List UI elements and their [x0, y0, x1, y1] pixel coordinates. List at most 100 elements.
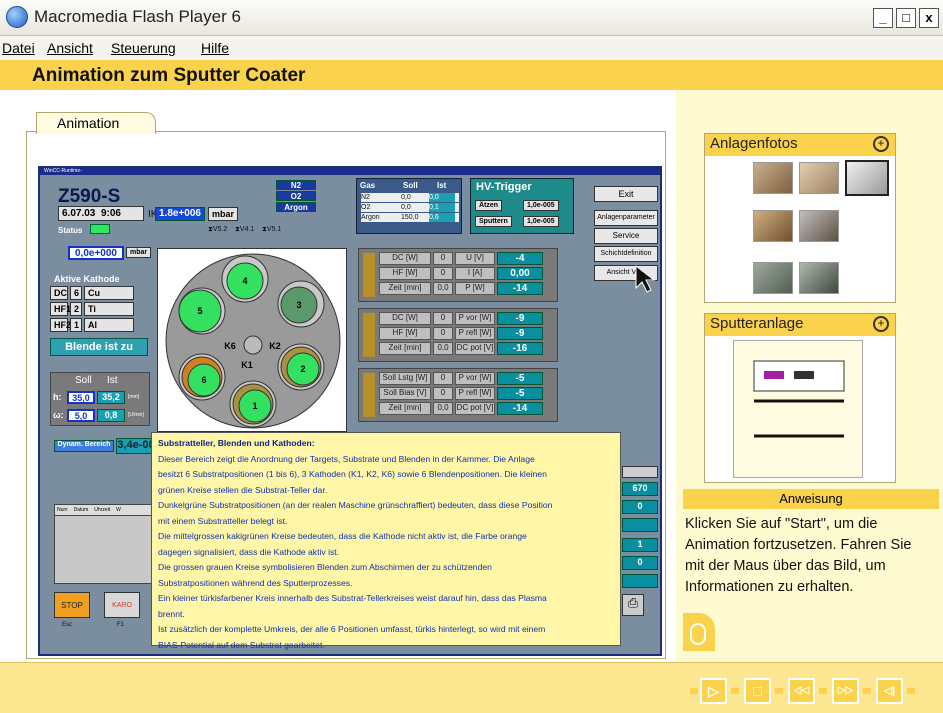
- w-unit: [U/min]: [128, 412, 144, 418]
- zoom-icon[interactable]: +: [873, 316, 889, 332]
- anlagenparameter-button[interactable]: Anlagenparameter: [594, 210, 658, 226]
- blende-status: Blende ist zu: [50, 338, 148, 356]
- gas-row: O2 0,0 0,1: [361, 203, 459, 212]
- fast-forward-button[interactable]: ▷▷: [832, 678, 859, 704]
- nav-dash: [819, 688, 827, 694]
- kathode-row: HF2 1 Al: [50, 318, 150, 332]
- page-title: Animation zum Sputter Coater: [32, 65, 306, 86]
- panel-row: Zeit [min] 0,0 DC pot [V] -16: [379, 342, 555, 355]
- nav-dash: [690, 688, 698, 694]
- exit-button[interactable]: Exit: [594, 186, 658, 202]
- photo-thumb-selected[interactable]: [845, 160, 889, 196]
- maximize-button[interactable]: □: [896, 8, 916, 28]
- tooltip-line: mit einem Substratteller belegt ist.: [158, 515, 288, 526]
- hv-aetzen-value: 1,0e-005: [523, 200, 559, 211]
- bias-rows: Soll Lstg [W] 0 P vor [W] -5 Soll Bias [V] 0…: [379, 372, 555, 415]
- mouse-icon: [690, 623, 706, 645]
- sputteranlage-panel[interactable]: Sputteranlage +: [704, 313, 896, 483]
- right-value-670: 670: [622, 482, 658, 496]
- photo-thumb[interactable]: [799, 162, 839, 194]
- rewind-button[interactable]: ◁◁: [788, 678, 815, 704]
- sputter-diagram[interactable]: [733, 340, 863, 478]
- plate-label-4: 4: [242, 276, 247, 286]
- stop-button[interactable]: STOP: [54, 592, 90, 618]
- ist-label: Ist: [107, 375, 118, 386]
- nav-dash: [907, 688, 915, 694]
- schichtdefinition-button[interactable]: Schichtdefinition: [594, 246, 658, 262]
- status-indicator: [90, 224, 110, 234]
- gas-row: N2 0,0 0,0: [361, 193, 459, 202]
- hv-aetzen-label: Ätzen: [475, 200, 503, 211]
- target: [794, 371, 814, 379]
- date-text: 6.07.03: [62, 208, 96, 219]
- w-ist: 0,8: [97, 409, 125, 422]
- instruction-text: Klicken Sie auf "Start", um die Animatio…: [685, 516, 912, 595]
- page-header: Animation zum Sputter Coater: [0, 60, 943, 90]
- sound-button[interactable]: ◁|: [876, 678, 903, 704]
- tooltip-line: BIAS-Potential auf dem Substrat gearbeit…: [158, 639, 325, 650]
- printer-icon[interactable]: ⎙: [622, 594, 644, 616]
- play-button[interactable]: ▷: [700, 678, 727, 704]
- photo-thumb[interactable]: [799, 210, 839, 242]
- tooltip-title: Substratteller, Blenden und Kathoden:: [158, 438, 315, 448]
- bias-side-bar: [363, 373, 375, 417]
- soll-ist-panel: Soll Ist h: 35,0 35,2 [mm] ω: 5,0 0,8 [U…: [50, 372, 150, 426]
- sputteranlage-header: Sputteranlage +: [705, 314, 895, 336]
- h-label: h:: [53, 392, 62, 402]
- pressure-unit: mbar: [126, 247, 152, 258]
- gas-line-argon: Argon: [276, 202, 316, 212]
- valve-v51[interactable]: ⧗V5.1: [262, 226, 281, 234]
- ikr-unit: mbar: [208, 207, 239, 221]
- gas-header-gas: Gas: [360, 181, 376, 190]
- machine-name: Z590-S: [58, 186, 121, 207]
- menu-ansicht[interactable]: Ansicht: [47, 40, 93, 56]
- sputteranlage-title: Sputteranlage: [710, 315, 804, 332]
- photo-thumb[interactable]: [753, 162, 793, 194]
- datetime-box: 6.07.03 9:06: [58, 206, 144, 221]
- stop-button[interactable]: □: [744, 678, 771, 704]
- kathode-list: DC 6 Cu HF1 2 Ti HF2 1 Al: [50, 286, 150, 332]
- photo-thumb[interactable]: [753, 210, 793, 242]
- close-button[interactable]: x: [919, 8, 939, 28]
- tooltip-line: brennt.: [158, 608, 185, 619]
- tooltip-line: dagegen signalisiert, dass die Kathode a…: [158, 546, 340, 557]
- substrate-plate-diagram[interactable]: 1 2 3 4 5 6 K1 K2 K6: [157, 248, 347, 432]
- kathode-row: DC 6 Cu: [50, 286, 150, 300]
- instruction-title: Anweisung: [683, 489, 939, 509]
- valve-v52[interactable]: ⧗V5.2: [208, 226, 227, 234]
- valve-v41[interactable]: ⧗V4.1: [235, 226, 254, 234]
- ikr-value: 1.8e+006: [155, 207, 205, 221]
- right-box-blank: [622, 466, 658, 478]
- info-tooltip: Substratteller, Blenden und Kathoden: Di…: [151, 432, 621, 650]
- menu-steuerung[interactable]: Steuerung: [111, 40, 176, 56]
- scada-title-bar: WinCC-Runtime-: [40, 168, 660, 175]
- minimize-button[interactable]: _: [873, 8, 893, 28]
- plate-label-2: 2: [300, 364, 305, 374]
- plate-label-5: 5: [197, 306, 202, 316]
- service-button[interactable]: Service: [594, 228, 658, 244]
- anlagenfotos-panel[interactable]: Anlagenfotos +: [704, 133, 896, 303]
- menu-datei[interactable]: Datei: [2, 40, 35, 56]
- panel-row: Soll Bias [V] 0 P refl [W] -5: [379, 387, 555, 400]
- plate-label-k6: K6: [224, 341, 236, 351]
- gas-line-n2: N2: [276, 180, 316, 190]
- zoom-icon[interactable]: +: [873, 136, 889, 152]
- panel-row: Zeit [min] 0,0 P [W] -14: [379, 282, 555, 295]
- window-title: Macromedia Flash Player 6: [34, 7, 241, 26]
- gas-row: Argon 150,0 0,6: [361, 213, 459, 222]
- karo-button[interactable]: KARO: [104, 592, 140, 618]
- tab-animation[interactable]: Animation: [36, 112, 156, 134]
- center-hub: [243, 335, 263, 355]
- stop-key-label: Esc: [62, 622, 73, 628]
- mouse-panel: [683, 613, 715, 651]
- gas-table: Gas Soll Ist N2 0,0 0,0 O2 0,0 0,1 Argon 150,…: [356, 178, 462, 234]
- right-value-0b: 0: [622, 556, 658, 570]
- menu-hilfe[interactable]: Hilfe: [201, 40, 229, 56]
- photo-thumb[interactable]: [753, 262, 793, 294]
- panel-row: HF [W] 0 P refl [W] -9: [379, 327, 555, 340]
- photo-thumb[interactable]: [799, 262, 839, 294]
- panel-row: Soll Lstg [W] 0 P vor [W] -5: [379, 372, 555, 385]
- dc-rows: DC [W] 0 U [V] -4 HF [W] 0 I [A] 0,00 Zeit [mi…: [379, 252, 555, 295]
- right-value-blank2: [622, 574, 658, 588]
- hv-sputtern-value: 1,0e-005: [523, 216, 559, 227]
